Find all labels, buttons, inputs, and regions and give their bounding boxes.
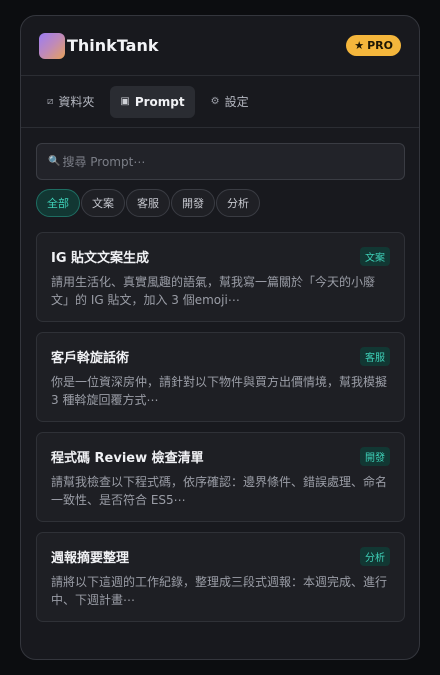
tab-label: 設定 xyxy=(224,95,249,109)
prompt-preview: 請幫我檢查以下程式碼，依序確認：邊界條件、錯誤處理、命名一致性、是否符合 ES5… xyxy=(51,475,388,507)
filter-chip-support[interactable]: 客服 xyxy=(126,189,170,217)
tab-folders[interactable]: ⧄ 資料夾 xyxy=(37,86,104,118)
prompt-title: 週報摘要整理 xyxy=(51,551,130,566)
tab-label: 資料夾 xyxy=(58,95,95,109)
prompt-card[interactable]: 客戶斡旋話術 客服 你是一位資深房仲，請針對以下物件與買方出價情境，幫我模擬 3… xyxy=(36,332,405,422)
prompt-title: 程式碼 Review 檢查清單 xyxy=(51,451,204,466)
filter-chip-copywriting[interactable]: 文案 xyxy=(81,189,125,217)
search-placeholder: 搜尋 Prompt⋯ xyxy=(62,155,146,169)
folder-icon: ⧄ xyxy=(47,96,54,107)
filter-chip-analysis[interactable]: 分析 xyxy=(216,189,260,217)
filter-chip-all[interactable]: 全部 xyxy=(36,189,80,217)
search-icon: 🔍 xyxy=(48,156,61,167)
gear-icon: ⚙ xyxy=(210,96,220,107)
prompt-card[interactable]: 週報摘要整理 分析 請將以下這週的工作紀錄，整理成三段式週報：本週完成、進行中、… xyxy=(36,532,405,622)
prompt-tag: 分析 xyxy=(360,547,390,566)
prompt-title: 客戶斡旋話術 xyxy=(51,351,130,366)
tab-prompt[interactable]: ▣ Prompt xyxy=(110,85,195,118)
star-icon: ★ xyxy=(354,39,365,52)
prompt-card-header: 程式碼 Review 檢查清單 開發 xyxy=(51,447,390,466)
prompt-card-header: 客戶斡旋話術 客服 xyxy=(51,347,390,366)
tab-bar: ⧄ 資料夾 ▣ Prompt ⚙ 設定 xyxy=(21,76,419,128)
filter-chip-dev[interactable]: 開發 xyxy=(171,189,215,217)
prompt-preview: 請用生活化、真實風趣的語氣，幫我寫一篇關於「今天的小廢文」的 IG 貼文，加入 … xyxy=(51,275,376,307)
pro-badge-label: PRO xyxy=(367,39,393,52)
tab-label: Prompt xyxy=(134,94,185,109)
app-title: ThinkTank xyxy=(67,36,159,55)
prompt-preview: 請將以下這週的工作紀錄，整理成三段式週報：本週完成、進行中、下週計畫⋯ xyxy=(51,575,388,607)
search-input[interactable]: 🔍 搜尋 Prompt⋯ xyxy=(36,143,405,180)
prompt-card-header: IG 貼文文案生成 文案 xyxy=(51,247,390,266)
tab-settings[interactable]: ⚙ 設定 xyxy=(201,86,259,118)
pro-badge: ★ PRO xyxy=(346,35,401,56)
prompt-preview: 你是一位資深房仲，請針對以下物件與買方出價情境，幫我模擬 3 種斡旋回覆方式⋯ xyxy=(51,375,388,407)
chat-icon: ▣ xyxy=(120,96,130,107)
prompt-panel: ThinkTank ★ PRO ⧄ 資料夾 ▣ Prompt ⚙ 設定 🔍 搜尋… xyxy=(20,15,420,660)
prompt-card-header: 週報摘要整理 分析 xyxy=(51,547,390,566)
prompt-tag: 開發 xyxy=(360,447,390,466)
prompt-card[interactable]: 程式碼 Review 檢查清單 開發 請幫我檢查以下程式碼，依序確認：邊界條件、… xyxy=(36,432,405,522)
app-logo xyxy=(39,32,65,59)
panel-header: ThinkTank ★ PRO xyxy=(21,16,419,76)
filter-chips: 全部 文案 客服 開發 分析 xyxy=(36,189,260,217)
prompt-tag: 客服 xyxy=(360,347,390,366)
prompt-title: IG 貼文文案生成 xyxy=(51,251,150,266)
prompt-list: IG 貼文文案生成 文案 請用生活化、真實風趣的語氣，幫我寫一篇關於「今天的小廢… xyxy=(36,232,405,632)
prompt-card[interactable]: IG 貼文文案生成 文案 請用生活化、真實風趣的語氣，幫我寫一篇關於「今天的小廢… xyxy=(36,232,405,322)
prompt-tag: 文案 xyxy=(360,247,390,266)
